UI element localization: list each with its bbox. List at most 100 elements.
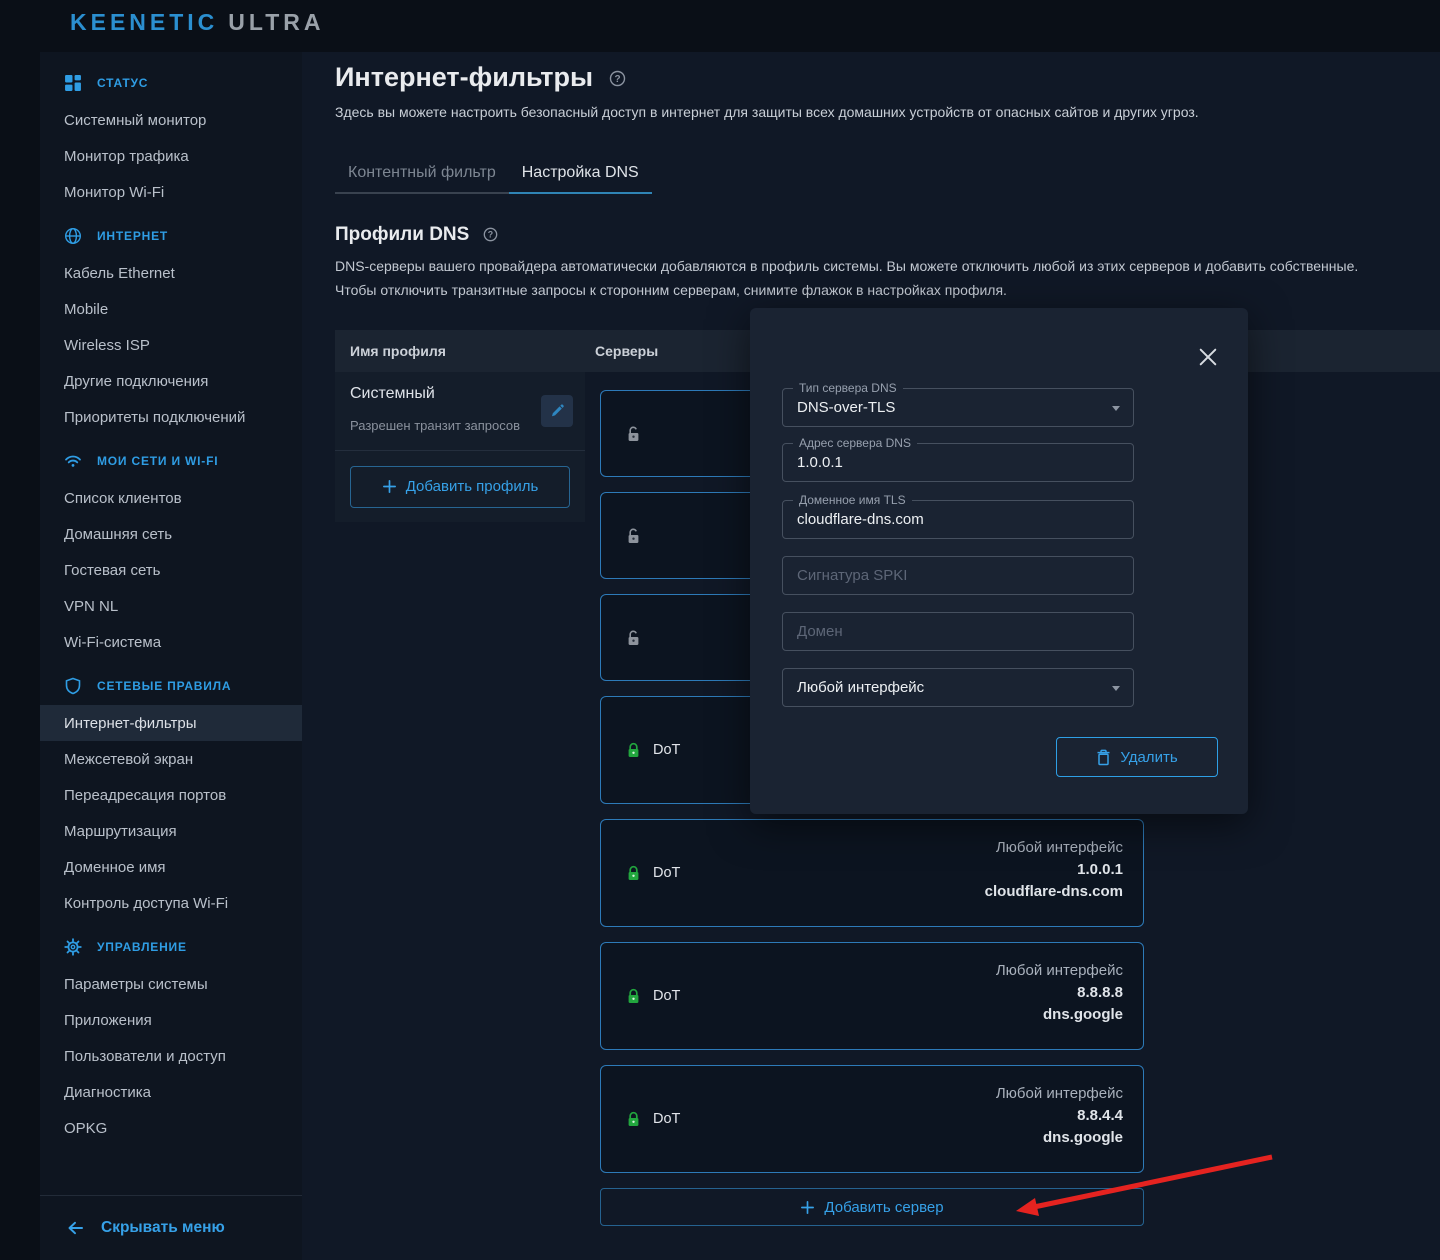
sidebar-section-label: СЕТЕВЫЕ ПРАВИЛА xyxy=(97,679,231,693)
server-address: 1.0.0.1 xyxy=(985,861,1123,878)
dns-profiles-heading: Профили DNS ? xyxy=(335,224,498,246)
svg-text:?: ? xyxy=(487,230,492,240)
edit-profile-button[interactable] xyxy=(541,395,573,427)
sidebar-item-vpn-nl[interactable]: VPN NL xyxy=(40,588,302,624)
column-header-servers: Серверы xyxy=(595,343,658,359)
unlocked-icon xyxy=(626,426,641,442)
sidebar-section-my-networks[interactable]: МОИ СЕТИ И WI-FI xyxy=(40,442,302,480)
server-type-label: DoT xyxy=(653,865,680,881)
sidebar-item-internet-filters[interactable]: Интернет-фильтры xyxy=(40,705,302,741)
locked-icon xyxy=(626,742,641,758)
globe-icon xyxy=(64,227,82,245)
locked-icon xyxy=(626,1111,641,1127)
dns-profiles-heading-text: Профили DNS xyxy=(335,224,469,245)
svg-text:?: ? xyxy=(614,74,620,85)
profile-row-system[interactable]: Системный Разрешен транзит запросов xyxy=(335,372,585,451)
domain-input[interactable] xyxy=(783,613,1133,650)
server-address: 8.8.8.8 xyxy=(996,984,1123,1001)
sidebar-item-domain-name[interactable]: Доменное имя xyxy=(40,849,302,885)
collapse-menu-button[interactable]: Скрывать меню xyxy=(40,1195,302,1260)
domain-field xyxy=(782,612,1134,651)
tab-content-filter[interactable]: Контентный фильтр xyxy=(335,152,509,192)
sidebar-item-firewall[interactable]: Межсетевой экран xyxy=(40,741,302,777)
chevron-down-icon xyxy=(1112,406,1120,411)
pencil-icon xyxy=(549,403,565,419)
server-interface: Любой интерфейс xyxy=(985,839,1123,856)
plus-icon xyxy=(800,1200,815,1215)
help-icon[interactable]: ? xyxy=(609,70,626,87)
server-type-label: DoT xyxy=(653,988,680,1004)
interface-value: Любой интерфейс xyxy=(783,669,1133,706)
sidebar-item-users-access[interactable]: Пользователи и доступ xyxy=(40,1038,302,1074)
sidebar-item-wireless-isp[interactable]: Wireless ISP xyxy=(40,327,302,363)
sidebar-item-wifi-monitor[interactable]: Монитор Wi-Fi xyxy=(40,174,302,210)
delete-server-button[interactable]: Удалить xyxy=(1056,737,1218,777)
dns-server-card-dot[interactable]: DoT Любой интерфейс 8.8.8.8 dns.google xyxy=(600,942,1144,1050)
server-type-label: DoT xyxy=(653,1111,680,1127)
sidebar-section-internet[interactable]: ИНТЕРНЕТ xyxy=(40,217,302,255)
dashboard-icon xyxy=(64,74,82,92)
dns-profiles-description-2: Чтобы отключить транзитные запросы к сто… xyxy=(335,282,1007,298)
dns-server-modal: Тип сервера DNS DNS-over-TLS Адрес серве… xyxy=(750,308,1248,814)
sidebar-item-ethernet[interactable]: Кабель Ethernet xyxy=(40,255,302,291)
dns-profiles-description-1: DNS-серверы вашего провайдера автоматиче… xyxy=(335,258,1358,274)
arrow-left-icon xyxy=(66,1219,85,1237)
wifi-icon xyxy=(64,452,82,470)
sidebar-section-management[interactable]: УПРАВЛЕНИЕ xyxy=(40,928,302,966)
spki-signature-input[interactable] xyxy=(783,557,1133,594)
add-profile-button[interactable]: Добавить профиль xyxy=(350,466,570,508)
sidebar-section-label: УПРАВЛЕНИЕ xyxy=(97,940,187,954)
unlocked-icon xyxy=(626,528,641,544)
server-address: 8.8.4.4 xyxy=(996,1107,1123,1124)
delete-server-label: Удалить xyxy=(1120,749,1177,766)
profile-note: Разрешен транзит запросов xyxy=(350,418,520,433)
shield-icon xyxy=(64,677,82,695)
tab-dns-settings[interactable]: Настройка DNS xyxy=(509,152,652,194)
sidebar-item-opkg[interactable]: OPKG xyxy=(40,1110,302,1146)
sidebar-item-other-connections[interactable]: Другие подключения xyxy=(40,363,302,399)
sidebar-item-connection-priorities[interactable]: Приоритеты подключений xyxy=(40,399,302,435)
sidebar-section-status[interactable]: СТАТУС xyxy=(40,64,302,102)
logo-brand: KEENETIC xyxy=(70,9,218,35)
sidebar-section-label: МОИ СЕТИ И WI-FI xyxy=(97,454,218,468)
sidebar-item-mobile[interactable]: Mobile xyxy=(40,291,302,327)
sidebar-item-wifi-system[interactable]: Wi-Fi-система xyxy=(40,624,302,660)
sidebar-item-system-settings[interactable]: Параметры системы xyxy=(40,966,302,1002)
sidebar-item-traffic-monitor[interactable]: Монитор трафика xyxy=(40,138,302,174)
sidebar-item-diagnostics[interactable]: Диагностика xyxy=(40,1074,302,1110)
add-server-label: Добавить сервер xyxy=(824,1199,943,1216)
sidebar-item-client-list[interactable]: Список клиентов xyxy=(40,480,302,516)
plus-icon xyxy=(382,479,397,494)
spki-signature-field xyxy=(782,556,1134,595)
gear-icon xyxy=(64,938,82,956)
dns-server-type-select[interactable]: Тип сервера DNS DNS-over-TLS xyxy=(782,388,1134,427)
sidebar-item-port-forwarding[interactable]: Переадресация портов xyxy=(40,777,302,813)
sidebar-item-system-monitor[interactable]: Системный монитор xyxy=(40,102,302,138)
logo-model: ULTRA xyxy=(228,9,324,35)
sidebar-section-network-rules[interactable]: СЕТЕВЫЕ ПРАВИЛА xyxy=(40,667,302,705)
sidebar-item-home-network[interactable]: Домашняя сеть xyxy=(40,516,302,552)
add-server-button[interactable]: Добавить сервер xyxy=(600,1188,1144,1226)
close-icon[interactable] xyxy=(1199,348,1217,366)
server-type-label: DoT xyxy=(653,742,680,758)
field-label: Тип сервера DNS xyxy=(793,381,903,395)
help-icon[interactable]: ? xyxy=(483,227,498,242)
sidebar: СТАТУС Системный монитор Монитор трафика… xyxy=(40,52,302,1260)
sidebar-item-applications[interactable]: Приложения xyxy=(40,1002,302,1038)
sidebar-item-routing[interactable]: Маршрутизация xyxy=(40,813,302,849)
tab-bar: Контентный фильтр Настройка DNS xyxy=(335,152,652,194)
server-domain: cloudflare-dns.com xyxy=(985,883,1123,900)
dns-server-card-dot[interactable]: DoT Любой интерфейс 8.8.4.4 dns.google xyxy=(600,1065,1144,1173)
main-content: Интернет-фильтры ? Здесь вы можете настр… xyxy=(302,52,1440,1260)
interface-select[interactable]: Любой интерфейс xyxy=(782,668,1134,707)
dns-server-card-dot[interactable]: DoT Любой интерфейс 1.0.0.1 cloudflare-d… xyxy=(600,819,1144,927)
page-title-text: Интернет-фильтры xyxy=(335,62,593,92)
server-domain: dns.google xyxy=(996,1129,1123,1146)
field-label: Доменное имя TLS xyxy=(793,493,912,507)
keenetic-logo: KEENETIC ULTRA xyxy=(70,9,325,36)
sidebar-item-wifi-access-control[interactable]: Контроль доступа Wi-Fi xyxy=(40,885,302,921)
locked-icon xyxy=(626,865,641,881)
sidebar-item-guest-network[interactable]: Гостевая сеть xyxy=(40,552,302,588)
collapse-menu-label: Скрывать меню xyxy=(101,1219,225,1237)
sidebar-section-label: СТАТУС xyxy=(97,76,148,90)
